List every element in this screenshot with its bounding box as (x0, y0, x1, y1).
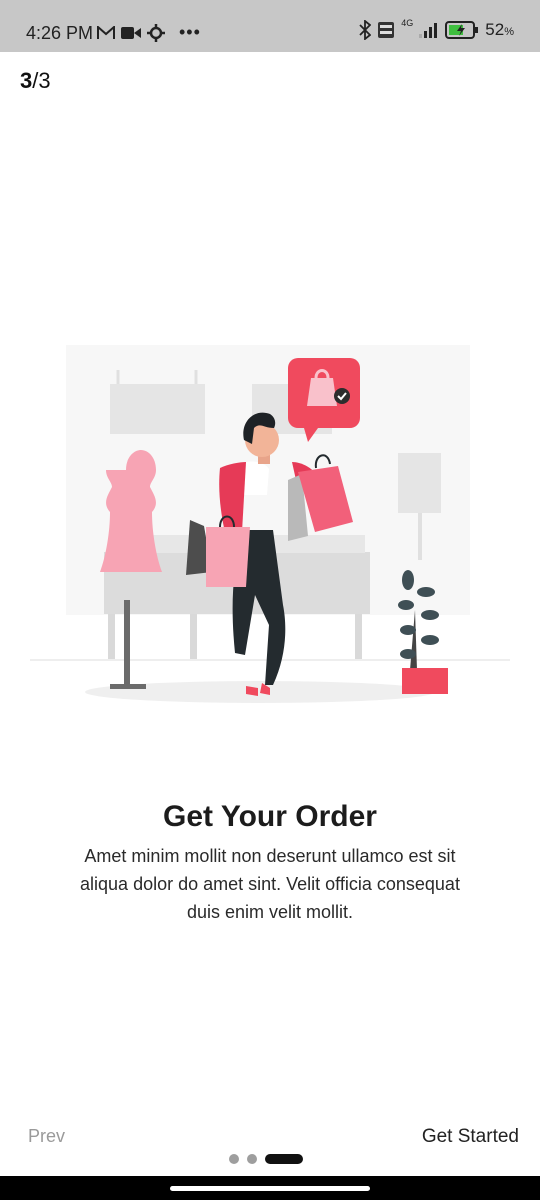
status-bar: 4:26 PM ••• 4G 52% (0, 0, 540, 52)
page-dot-2[interactable] (247, 1154, 257, 1164)
shopping-illustration (30, 345, 510, 703)
battery-level: 52% (485, 20, 514, 39)
page-counter-current: 3 (20, 68, 33, 93)
more-notifications-icon: ••• (179, 22, 201, 42)
settings-gear-icon (147, 23, 165, 42)
battery-charging-icon (445, 21, 479, 39)
prev-button[interactable]: Prev (28, 1126, 65, 1147)
get-started-button[interactable]: Get Started (422, 1126, 519, 1148)
page-dot-1[interactable] (229, 1154, 239, 1164)
signal-icon (419, 23, 438, 38)
mail-icon (97, 25, 115, 39)
video-camera-icon (121, 26, 141, 39)
page-dot-3-active[interactable] (265, 1154, 303, 1164)
network-type: 4G (401, 18, 414, 28)
notification-icons: ••• (97, 22, 201, 43)
volte-icon (378, 22, 395, 38)
onboarding-description: Amet minim mollit non deserunt ullamco e… (80, 846, 460, 922)
page-counter-total: 3 (38, 68, 51, 93)
bluetooth-icon (359, 20, 372, 40)
system-navigation-bar (0, 1176, 540, 1200)
page-counter: 3/3 (20, 68, 51, 94)
status-time: 4:26 PM (26, 23, 94, 43)
system-icons: 4G 52% (359, 18, 514, 40)
onboarding-title: Get Your Order (163, 800, 377, 833)
home-gesture-handle[interactable] (170, 1186, 370, 1191)
page-indicator (229, 1154, 303, 1164)
